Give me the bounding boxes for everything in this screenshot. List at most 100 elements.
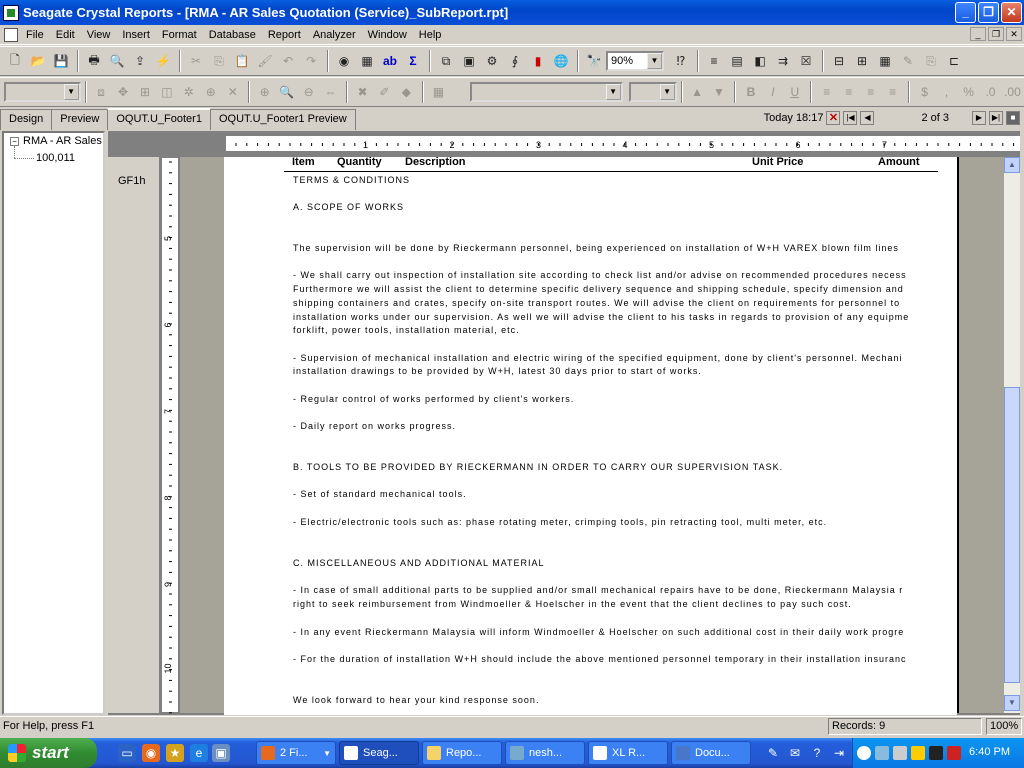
quicklaunch-app-icon[interactable]: ★ (166, 744, 184, 762)
tray-arrow-icon[interactable] (857, 746, 871, 760)
zoom-select[interactable]: 90% ▼ (606, 51, 664, 71)
network-icon[interactable] (875, 746, 889, 760)
title-bar[interactable]: Seagate Crystal Reports - [RMA - AR Sale… (0, 0, 1024, 25)
stop-button[interactable]: ■ (1006, 111, 1020, 125)
formula-icon[interactable]: ∮ (504, 50, 526, 72)
menu-format[interactable]: Format (156, 25, 203, 45)
decimal-increase-icon[interactable]: .0 (980, 81, 1001, 103)
chevron-down-icon[interactable]: ▼ (605, 84, 621, 100)
section-expert-icon[interactable]: ▤ (726, 50, 748, 72)
percent-icon[interactable]: % (958, 81, 979, 103)
tab-subreport-design[interactable]: OQUT.U_Footer1 (107, 108, 211, 130)
tray-color-icon[interactable] (911, 746, 925, 760)
layout-d-icon[interactable]: ◫ (156, 81, 177, 103)
redo-icon[interactable]: ↷ (300, 50, 322, 72)
shrink-font-icon[interactable]: ▼ (709, 81, 730, 103)
chevron-down-icon[interactable]: ▼ (659, 84, 675, 100)
thousands-icon[interactable]: , (936, 81, 957, 103)
remote-desktop-icon[interactable]: ▣ (212, 744, 230, 762)
justify-icon[interactable]: ≡ (882, 81, 903, 103)
collapse-icon[interactable]: − (10, 137, 19, 146)
repository-icon[interactable]: ▦ (874, 50, 896, 72)
new-icon[interactable]: 🗋 (4, 50, 26, 72)
task-xl-reporter[interactable]: XL R... (588, 741, 668, 765)
menu-window[interactable]: Window (362, 25, 413, 45)
report-explorer-icon[interactable]: ⊞ (851, 50, 873, 72)
insert-summary-icon[interactable]: Σ (402, 50, 424, 72)
chevron-down-icon[interactable]: ▼ (63, 84, 79, 100)
tab-design[interactable]: Design (0, 109, 53, 130)
paste-icon[interactable]: 📋 (231, 50, 253, 72)
tool-b-icon[interactable]: ⎘ (920, 50, 942, 72)
tree-node-root[interactable]: − RMA - AR Sales (10, 135, 102, 147)
help-icon[interactable]: ? (808, 744, 826, 762)
layout-c-icon[interactable]: ⊞ (134, 81, 155, 103)
section-label[interactable]: GF1h (118, 175, 146, 187)
scroll-down-icon[interactable]: ▼ (1004, 695, 1020, 711)
highlight-icon[interactable]: ✐ (374, 81, 395, 103)
database-expert-icon[interactable]: ◉ (333, 50, 355, 72)
bold-icon[interactable]: B (740, 81, 761, 103)
app-icon[interactable] (3, 4, 19, 21)
antivirus-icon[interactable] (947, 746, 961, 760)
save-icon[interactable]: 💾 (50, 50, 72, 72)
menu-analyzer[interactable]: Analyzer (307, 25, 362, 45)
sort-icon[interactable]: ≡ (703, 50, 725, 72)
menu-edit[interactable]: Edit (50, 25, 81, 45)
layout-e-icon[interactable]: ✲ (178, 81, 199, 103)
export-icon[interactable]: ⇪ (129, 50, 151, 72)
task-document[interactable]: Docu... (671, 741, 751, 765)
menu-view[interactable]: View (81, 25, 117, 45)
layout-g-icon[interactable]: ✕ (222, 81, 243, 103)
show-desktop-icon[interactable]: ▭ (118, 744, 136, 762)
first-page-button[interactable]: |◀ (843, 111, 858, 125)
align-left-icon[interactable]: ≡ (816, 81, 837, 103)
zoom-magnify-icon[interactable]: 🔍 (276, 81, 297, 103)
zoom-in-icon[interactable]: ⊕ (254, 81, 275, 103)
insert-text-icon[interactable]: ab (379, 50, 401, 72)
layout-b-icon[interactable]: ✥ (113, 81, 134, 103)
fill-icon[interactable]: ◆ (396, 81, 417, 103)
scroll-up-icon[interactable]: ▲ (1004, 157, 1020, 173)
menu-report[interactable]: Report (262, 25, 307, 45)
font-name-select[interactable]: ▼ (469, 82, 623, 102)
menu-insert[interactable]: Insert (116, 25, 156, 45)
restore-button[interactable]: ❐ (978, 2, 999, 23)
close-button[interactable]: ✕ (1001, 2, 1022, 23)
layout-f-icon[interactable]: ⊕ (200, 81, 221, 103)
tab-subreport-preview[interactable]: OQUT.U_Footer1 Preview (209, 109, 356, 130)
zoom-out-icon[interactable]: ⊖ (298, 81, 319, 103)
next-page-button[interactable]: ▶ (972, 111, 986, 125)
undo-icon[interactable]: ↶ (277, 50, 299, 72)
insert-group-icon[interactable]: ⧉ (435, 50, 457, 72)
select-expert-icon[interactable]: ⚙ (481, 50, 503, 72)
scroll-thumb[interactable] (1004, 387, 1020, 683)
refresh-icon[interactable]: ⚡ (152, 50, 174, 72)
open-icon[interactable]: 📂 (27, 50, 49, 72)
print-icon[interactable]: 🖶 (83, 50, 105, 72)
format-painter-icon[interactable]: 🖌 (254, 50, 276, 72)
menu-database[interactable]: Database (203, 25, 262, 45)
find-icon[interactable]: 🔭 (583, 50, 605, 72)
tab-preview[interactable]: Preview (51, 109, 109, 130)
tray-display-icon[interactable] (929, 746, 943, 760)
help-pointer-icon[interactable]: ⁉ (670, 50, 692, 72)
task-firefox[interactable]: 2 Fi... ▼ (256, 741, 336, 765)
doc-close-button[interactable]: ✕ (1006, 27, 1022, 41)
currency-icon[interactable]: $ (914, 81, 935, 103)
layout-a-icon[interactable]: ⧈ (91, 81, 112, 103)
grow-font-icon[interactable]: ▲ (687, 81, 708, 103)
grid-icon[interactable]: ▦ (428, 81, 449, 103)
pan-icon[interactable]: ⇔ (320, 81, 341, 103)
copy-icon[interactable]: ⎘ (208, 50, 230, 72)
align-icon[interactable]: ⇉ (772, 50, 794, 72)
doc-restore-button[interactable]: ❐ (988, 27, 1004, 41)
field-explorer-icon[interactable]: ⊟ (828, 50, 850, 72)
style-select[interactable]: ▼ (4, 82, 81, 102)
cut-icon[interactable]: ✂ (185, 50, 207, 72)
close-view-button[interactable]: ✕ (826, 111, 841, 125)
task-reports-folder[interactable]: Repo... (422, 741, 502, 765)
map-icon[interactable]: 🌐 (550, 50, 572, 72)
align-right-icon[interactable]: ≡ (860, 81, 881, 103)
menu-file[interactable]: File (20, 25, 50, 45)
